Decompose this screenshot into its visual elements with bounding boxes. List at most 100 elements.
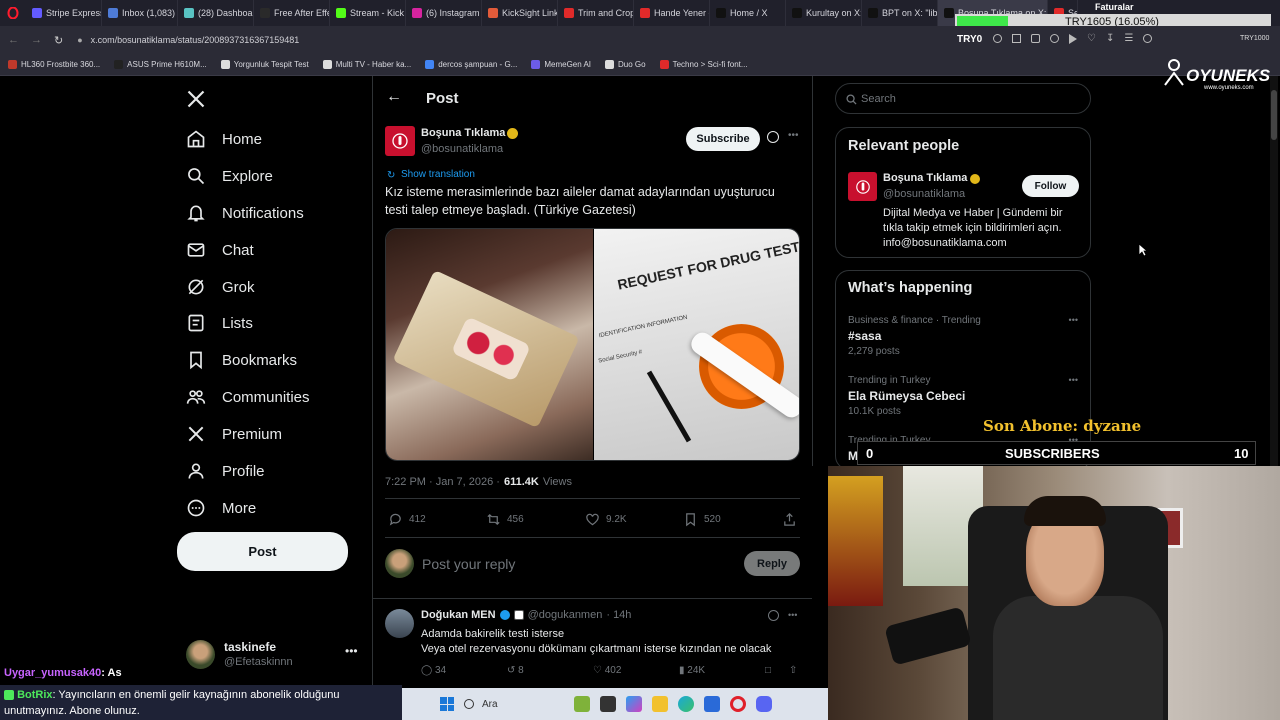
back-arrow-icon[interactable]: ← <box>386 88 402 106</box>
camera-tool-icon[interactable] <box>1031 34 1040 43</box>
browser-tab[interactable]: Stream - Kick D <box>330 0 406 26</box>
author-avatar[interactable] <box>385 126 415 156</box>
reply-like-action[interactable]: ♡ 402 <box>593 665 621 676</box>
bookmark-item[interactable]: Techno > Sci-fi font... <box>659 60 748 69</box>
taskbar-widgets-icon[interactable] <box>574 696 590 712</box>
browser-tab[interactable]: (28) Dashboard <box>178 0 254 26</box>
taskbar-discord-icon[interactable] <box>756 696 772 712</box>
reply-grok-icon[interactable] <box>768 610 779 621</box>
nav-item-more[interactable]: More <box>186 498 256 518</box>
reply-author-handle[interactable]: @dogukanmen <box>528 609 603 621</box>
reply-reply-action[interactable]: ◯ 34 <box>421 665 446 676</box>
menu-tool-icon[interactable]: ☰ <box>1124 34 1133 44</box>
subscribe-button[interactable]: Subscribe <box>686 127 760 151</box>
play-tool-icon[interactable] <box>1069 34 1077 44</box>
reply-author-name[interactable]: Doğukan MEN <box>421 609 496 621</box>
taskbar-explorer-icon[interactable] <box>652 696 668 712</box>
back-icon[interactable]: ← <box>8 34 19 46</box>
like-action[interactable]: 9.2K <box>585 512 627 527</box>
nav-item-premium[interactable]: Premium <box>186 424 282 444</box>
x-logo-icon[interactable] <box>186 89 206 109</box>
edit-tool-icon[interactable] <box>1012 34 1021 43</box>
profile-tool-icon[interactable] <box>1143 34 1153 43</box>
browser-tab[interactable]: BPT on X: "libe <box>862 0 938 26</box>
browser-tab[interactable]: Trim and Crop <box>558 0 634 26</box>
share-action[interactable] <box>782 512 797 527</box>
taskbar-store-icon[interactable] <box>704 696 720 712</box>
reply-views-action[interactable]: ▮ 24K <box>679 665 705 676</box>
reply-action[interactable]: 412 <box>388 512 426 527</box>
author-handle[interactable]: @bosunatiklama <box>421 143 503 155</box>
browser-tab[interactable]: Kurultay on X: <box>786 0 862 26</box>
bookmark-item[interactable]: Yorgunluk Tespit Test <box>220 60 309 69</box>
reply-avatar[interactable] <box>385 609 414 638</box>
person-name[interactable]: Boşuna Tıklama <box>883 172 967 184</box>
bookmark-item[interactable]: ASUS Prime H610M... <box>114 60 207 69</box>
reply-more-icon[interactable]: ••• <box>788 610 797 620</box>
reply-repost-action[interactable]: ↺ 8 <box>507 665 524 676</box>
more-dots-icon[interactable]: ••• <box>345 644 358 658</box>
account-switcher[interactable]: taskinefe @Efetaskinnn ••• <box>186 638 361 672</box>
post-time[interactable]: 7:22 PM · Jan 7, 2026 · <box>385 476 500 488</box>
trend-item[interactable]: Trending in Turkey Ela Rümeysa Cebeci 10.1… <box>848 375 1080 417</box>
person-handle[interactable]: @bosunatiklama <box>883 188 965 200</box>
nav-item-notifications[interactable]: Notifications <box>186 203 304 223</box>
bookmark-item[interactable]: HL360 Frostbite 360... <box>8 60 100 69</box>
taskbar-search[interactable]: Ara <box>464 693 564 715</box>
browser-tab[interactable]: Hande Yener - <box>634 0 710 26</box>
follow-button[interactable]: Follow <box>1022 175 1079 197</box>
taskbar-edge-icon[interactable] <box>678 696 694 712</box>
browser-tab[interactable]: Home / X <box>710 0 786 26</box>
bookmark-item[interactable]: Duo Go <box>605 60 646 69</box>
nav-item-home[interactable]: Home <box>186 129 262 149</box>
taskbar-taskview-icon[interactable] <box>600 696 616 712</box>
nav-item-grok[interactable]: Grok <box>186 277 255 297</box>
post-more-icon[interactable]: ••• <box>788 130 799 141</box>
forward-icon[interactable]: → <box>31 34 42 46</box>
taskbar-opera-icon[interactable] <box>730 696 746 712</box>
nav-item-explore[interactable]: Explore <box>186 166 273 186</box>
reply-like-count: 402 <box>604 665 622 676</box>
windows-start-icon[interactable] <box>440 697 454 711</box>
opera-logo-icon[interactable] <box>0 0 26 26</box>
bookmark-item[interactable]: Multi TV - Haber ka... <box>322 60 411 69</box>
post-media[interactable]: REQUEST FOR DRUG TEST IDENTIFICATION INF… <box>385 228 800 461</box>
bookmark-item[interactable]: MemeGen AI <box>531 60 591 69</box>
url-text[interactable]: x.com/bosunatiklama/status/2008937316367… <box>91 35 300 45</box>
reply-button[interactable]: Reply <box>744 551 800 576</box>
scrollbar-thumb[interactable] <box>1271 90 1277 140</box>
browser-tab[interactable]: KickSight Link <box>482 0 558 26</box>
bookmark-item[interactable]: dercos şampuan - G... <box>425 60 517 69</box>
grok-icon[interactable] <box>767 131 779 143</box>
search-input[interactable]: Search <box>861 93 896 105</box>
heart-tool-icon[interactable]: ♡ <box>1087 34 1096 44</box>
nav-item-chat[interactable]: Chat <box>186 240 254 260</box>
reload-icon[interactable]: ↻ <box>54 34 63 47</box>
bookmark-action[interactable]: 520 <box>683 512 721 527</box>
nav-item-lists[interactable]: Lists <box>186 313 253 333</box>
nav-item-profile[interactable]: Profile <box>186 461 265 481</box>
browser-tab[interactable]: Free After Effec <box>254 0 330 26</box>
reply-share-icon[interactable]: ⇧ <box>789 665 797 676</box>
person-avatar[interactable] <box>848 172 877 201</box>
trend-item[interactable]: Business & finance · Trending #sasa 2,279 … <box>848 315 1080 357</box>
author-name[interactable]: Boşuna Tıklama <box>421 127 505 139</box>
browser-tab[interactable]: Inbox (1,083) - <box>102 0 178 26</box>
nav-item-communities[interactable]: Communities <box>186 387 310 407</box>
browser-tab[interactable]: Stripe Express <box>26 0 102 26</box>
reply-bookmark-icon[interactable]: □ <box>765 665 771 676</box>
repost-action[interactable]: 456 <box>486 512 524 527</box>
search-tool-icon[interactable] <box>993 34 1002 43</box>
reply-input[interactable]: Post your reply <box>422 556 515 572</box>
nav-item-bookmarks[interactable]: Bookmarks <box>186 350 297 370</box>
search-box[interactable]: Search <box>835 83 1091 114</box>
browser-tab[interactable]: (6) Instagram <box>406 0 482 26</box>
show-translation-link[interactable]: Show translation <box>401 169 475 180</box>
download-tool-icon[interactable]: ↧ <box>1106 34 1114 44</box>
trend-more-icon[interactable]: ••• <box>1069 315 1078 325</box>
post-button[interactable]: Post <box>177 532 348 571</box>
sync-tool-icon[interactable] <box>1050 34 1059 43</box>
reply-time[interactable]: · 14h <box>606 609 631 621</box>
trend-more-icon[interactable]: ••• <box>1069 375 1078 385</box>
taskbar-copilot-icon[interactable] <box>626 696 642 712</box>
